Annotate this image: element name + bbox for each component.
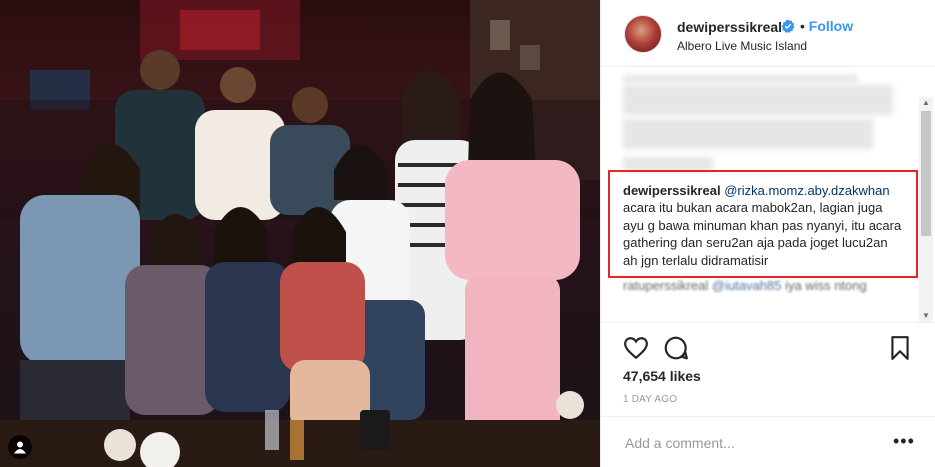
post-side-panel: dewiperssikreal • Follow Albero Live Mus… [600, 0, 935, 467]
avatar[interactable] [624, 15, 662, 53]
scroll-down-arrow-icon[interactable]: ▼ [919, 310, 933, 322]
more-options-icon[interactable]: ••• [893, 431, 915, 452]
post-photo[interactable] [0, 0, 600, 467]
follow-button[interactable]: • Follow [800, 18, 853, 34]
comment-mention[interactable]: @iutavah85 [712, 278, 782, 293]
add-comment-input[interactable] [623, 431, 877, 455]
blurred-comment [623, 119, 873, 149]
follow-label: Follow [808, 18, 854, 34]
comments-list[interactable]: dewiperssikreal @rizka.momz.aby.dzakwhan… [601, 67, 935, 322]
post-location[interactable]: Albero Live Music Island [677, 39, 807, 53]
likes-count[interactable]: 47,654 likes [623, 368, 701, 384]
comment-username[interactable]: ratuperssikreal [623, 278, 708, 293]
blurred-comment [623, 75, 858, 83]
group-photo-illustration [0, 0, 600, 467]
blurred-comment [623, 157, 713, 171]
user-tag-icon[interactable] [8, 435, 32, 459]
scrollbar-thumb[interactable] [921, 111, 931, 236]
heart-icon[interactable] [623, 335, 649, 361]
comment-body: iya wiss ntong [781, 278, 867, 293]
post-username[interactable]: dewiperssikreal [677, 19, 782, 35]
post-actions [601, 322, 935, 372]
comment-body: acara itu bukan acara mabok2an, lagian j… [623, 200, 902, 268]
verified-badge-icon [781, 19, 795, 33]
comment-username[interactable]: dewiperssikreal [623, 183, 721, 198]
add-comment-bar: ••• [601, 416, 935, 467]
highlighted-comment: dewiperssikreal @rizka.momz.aby.dzakwhan… [623, 182, 903, 269]
post-date[interactable]: 1 DAY AGO [623, 394, 677, 405]
comment-bubble-icon[interactable] [663, 335, 689, 361]
bookmark-icon[interactable] [887, 335, 913, 361]
follow-separator: • [800, 18, 805, 34]
post-header: dewiperssikreal • Follow Albero Live Mus… [601, 0, 935, 67]
comment-mention[interactable]: @rizka.momz.aby.dzakwhan [724, 183, 889, 198]
scroll-up-arrow-icon[interactable]: ▲ [919, 97, 933, 109]
comments-scrollbar[interactable]: ▲ ▼ [919, 97, 933, 322]
blurred-comment [623, 85, 893, 115]
next-comment: ratuperssikreal @iutavah85 iya wiss nton… [623, 277, 913, 294]
